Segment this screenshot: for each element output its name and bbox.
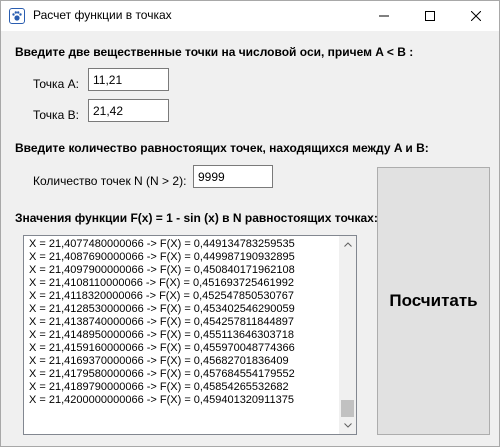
list-item[interactable]: X = 21,4077480000066 -> F(X) = 0,4491347… [29,238,337,251]
list-item[interactable]: X = 21,4118320000066 -> F(X) = 0,4525478… [29,290,337,303]
point-a-input[interactable] [88,68,169,91]
list-item[interactable]: X = 21,4179580000066 -> F(X) = 0,4576845… [29,368,337,381]
point-b-input[interactable] [88,99,169,122]
list-item[interactable]: X = 21,4128530000066 -> F(X) = 0,4534025… [29,303,337,316]
results-listbox[interactable]: X = 21,4077480000066 -> F(X) = 0,4491347… [23,235,357,435]
list-item[interactable]: X = 21,4189790000066 -> F(X) = 0,4585426… [29,381,337,394]
minimize-icon [379,15,389,17]
scroll-up-button[interactable] [339,236,356,253]
list-item[interactable]: X = 21,4108110000066 -> F(X) = 0,4516937… [29,277,337,290]
calculate-button[interactable]: Посчитать [377,167,490,435]
list-item[interactable]: X = 21,4159160000066 -> F(X) = 0,4559700… [29,342,337,355]
list-item[interactable]: X = 21,4169370000066 -> F(X) = 0,4568270… [29,355,337,368]
count-label: Количество точек N (N > 2): [33,174,187,188]
list-item[interactable]: X = 21,4200000000066 -> F(X) = 0,4594013… [29,394,337,407]
close-icon [471,11,481,21]
paw-icon [9,8,25,24]
maximize-button[interactable] [407,1,453,31]
close-button[interactable] [453,1,499,31]
title-bar[interactable]: Расчет функции в точках [1,1,499,31]
vertical-scrollbar[interactable] [339,236,356,434]
list-item[interactable]: X = 21,4148950000066 -> F(X) = 0,4551136… [29,329,337,342]
chevron-down-icon [343,423,352,428]
window-title: Расчет функции в точках [33,8,172,22]
values-heading: Значения функции F(x) = 1 - sin (x) в N … [15,211,378,225]
list-item[interactable]: X = 21,4087690000066 -> F(X) = 0,4499871… [29,251,337,264]
scroll-thumb[interactable] [341,400,354,417]
count-heading: Введите количество равностоящих точек, н… [15,141,429,155]
scroll-down-button[interactable] [339,417,356,434]
list-item[interactable]: X = 21,4097900000066 -> F(X) = 0,4508401… [29,264,337,277]
chevron-up-icon [343,242,352,247]
main-window: Расчет функции в точках Введите две веще… [0,0,500,447]
list-item[interactable]: X = 21,4138740000066 -> F(X) = 0,4542578… [29,316,337,329]
points-heading: Введите две вещественные точки на числов… [15,45,414,59]
results-list: X = 21,4077480000066 -> F(X) = 0,4491347… [29,238,337,407]
maximize-icon [425,11,435,21]
point-b-label: Точка В: [33,108,79,122]
minimize-button[interactable] [361,1,407,31]
count-input[interactable] [193,165,273,188]
point-a-label: Точка А: [33,77,79,91]
